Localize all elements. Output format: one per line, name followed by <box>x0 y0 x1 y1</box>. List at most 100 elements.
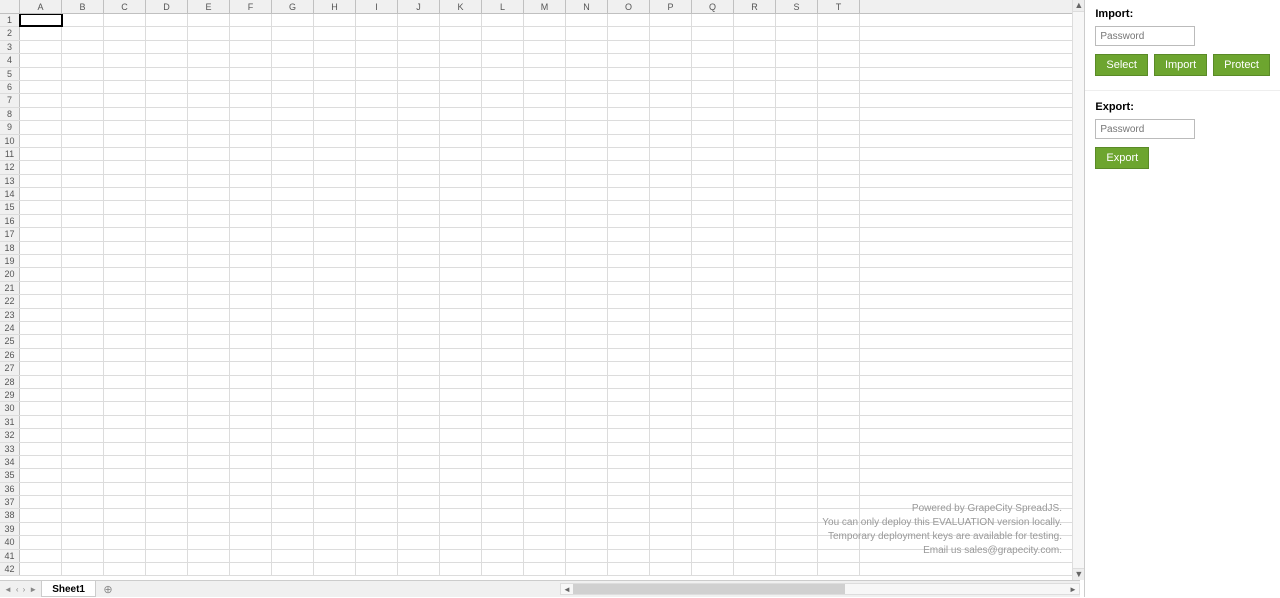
cell[interactable] <box>314 295 356 307</box>
cell[interactable] <box>104 27 146 39</box>
cell[interactable] <box>650 456 692 468</box>
cell[interactable] <box>230 175 272 187</box>
cell[interactable] <box>818 68 860 80</box>
cell[interactable] <box>356 188 398 200</box>
cell[interactable] <box>482 135 524 147</box>
cell[interactable] <box>608 335 650 347</box>
cell[interactable] <box>62 94 104 106</box>
cell[interactable] <box>776 509 818 521</box>
cell[interactable] <box>734 228 776 240</box>
cell[interactable] <box>608 523 650 535</box>
cell[interactable] <box>398 148 440 160</box>
cell[interactable] <box>734 148 776 160</box>
cell[interactable] <box>356 496 398 508</box>
cell[interactable] <box>734 563 776 575</box>
cell[interactable] <box>482 456 524 468</box>
cell[interactable] <box>440 376 482 388</box>
cell[interactable] <box>818 175 860 187</box>
cell[interactable] <box>104 255 146 267</box>
cell[interactable] <box>272 81 314 93</box>
cell[interactable] <box>482 268 524 280</box>
cell[interactable] <box>272 509 314 521</box>
cell[interactable] <box>776 295 818 307</box>
cell[interactable] <box>146 563 188 575</box>
cell[interactable] <box>272 335 314 347</box>
cell[interactable] <box>734 108 776 120</box>
cell[interactable] <box>272 550 314 562</box>
cell[interactable] <box>608 563 650 575</box>
row-header[interactable]: 40 <box>0 536 20 548</box>
cell[interactable] <box>104 523 146 535</box>
cell[interactable] <box>188 349 230 361</box>
cell[interactable] <box>398 563 440 575</box>
cell[interactable] <box>146 309 188 321</box>
cell[interactable] <box>818 322 860 334</box>
cell[interactable] <box>230 496 272 508</box>
cell[interactable] <box>272 469 314 481</box>
cell[interactable] <box>146 27 188 39</box>
cell[interactable] <box>272 121 314 133</box>
cell[interactable] <box>188 215 230 227</box>
select-button[interactable]: Select <box>1095 54 1148 76</box>
cell[interactable] <box>188 335 230 347</box>
cell[interactable] <box>650 483 692 495</box>
cell[interactable] <box>818 81 860 93</box>
cell[interactable] <box>62 443 104 455</box>
cell[interactable] <box>188 188 230 200</box>
cell[interactable] <box>482 161 524 173</box>
cell[interactable] <box>818 483 860 495</box>
cell[interactable] <box>356 456 398 468</box>
cell[interactable] <box>230 456 272 468</box>
cell[interactable] <box>188 148 230 160</box>
cell[interactable] <box>20 563 62 575</box>
cell[interactable] <box>524 242 566 254</box>
cell[interactable] <box>692 228 734 240</box>
cell[interactable] <box>524 161 566 173</box>
cell[interactable] <box>104 41 146 53</box>
cell[interactable] <box>188 54 230 66</box>
cell[interactable] <box>104 402 146 414</box>
cell[interactable] <box>776 550 818 562</box>
cell[interactable] <box>188 175 230 187</box>
cell[interactable] <box>524 135 566 147</box>
cell[interactable] <box>734 550 776 562</box>
cell[interactable] <box>692 563 734 575</box>
cell[interactable] <box>398 175 440 187</box>
row-header[interactable]: 1 <box>0 14 20 26</box>
cell[interactable] <box>188 108 230 120</box>
cell[interactable] <box>482 483 524 495</box>
cell[interactable] <box>650 228 692 240</box>
cell[interactable] <box>104 389 146 401</box>
row-header[interactable]: 21 <box>0 282 20 294</box>
cell[interactable] <box>314 41 356 53</box>
cell[interactable] <box>692 108 734 120</box>
cell[interactable] <box>776 14 818 26</box>
cell[interactable] <box>230 483 272 495</box>
cell[interactable] <box>104 242 146 254</box>
cell[interactable] <box>440 135 482 147</box>
cell[interactable] <box>356 94 398 106</box>
cell[interactable] <box>650 496 692 508</box>
cell[interactable] <box>230 536 272 548</box>
cell[interactable] <box>398 295 440 307</box>
cell[interactable] <box>440 68 482 80</box>
cell[interactable] <box>146 215 188 227</box>
cell[interactable] <box>734 81 776 93</box>
cell[interactable] <box>104 94 146 106</box>
cell[interactable] <box>608 94 650 106</box>
cell[interactable] <box>356 135 398 147</box>
cell[interactable] <box>230 509 272 521</box>
cell[interactable] <box>20 81 62 93</box>
cell[interactable] <box>818 108 860 120</box>
cell[interactable] <box>398 68 440 80</box>
cell[interactable] <box>818 27 860 39</box>
cell[interactable] <box>608 135 650 147</box>
cell[interactable] <box>692 550 734 562</box>
cell[interactable] <box>482 389 524 401</box>
row-header[interactable]: 10 <box>0 135 20 147</box>
cell[interactable] <box>230 376 272 388</box>
export-password-input[interactable] <box>1095 119 1195 139</box>
cell[interactable] <box>20 41 62 53</box>
cell[interactable] <box>482 563 524 575</box>
cell[interactable] <box>650 81 692 93</box>
